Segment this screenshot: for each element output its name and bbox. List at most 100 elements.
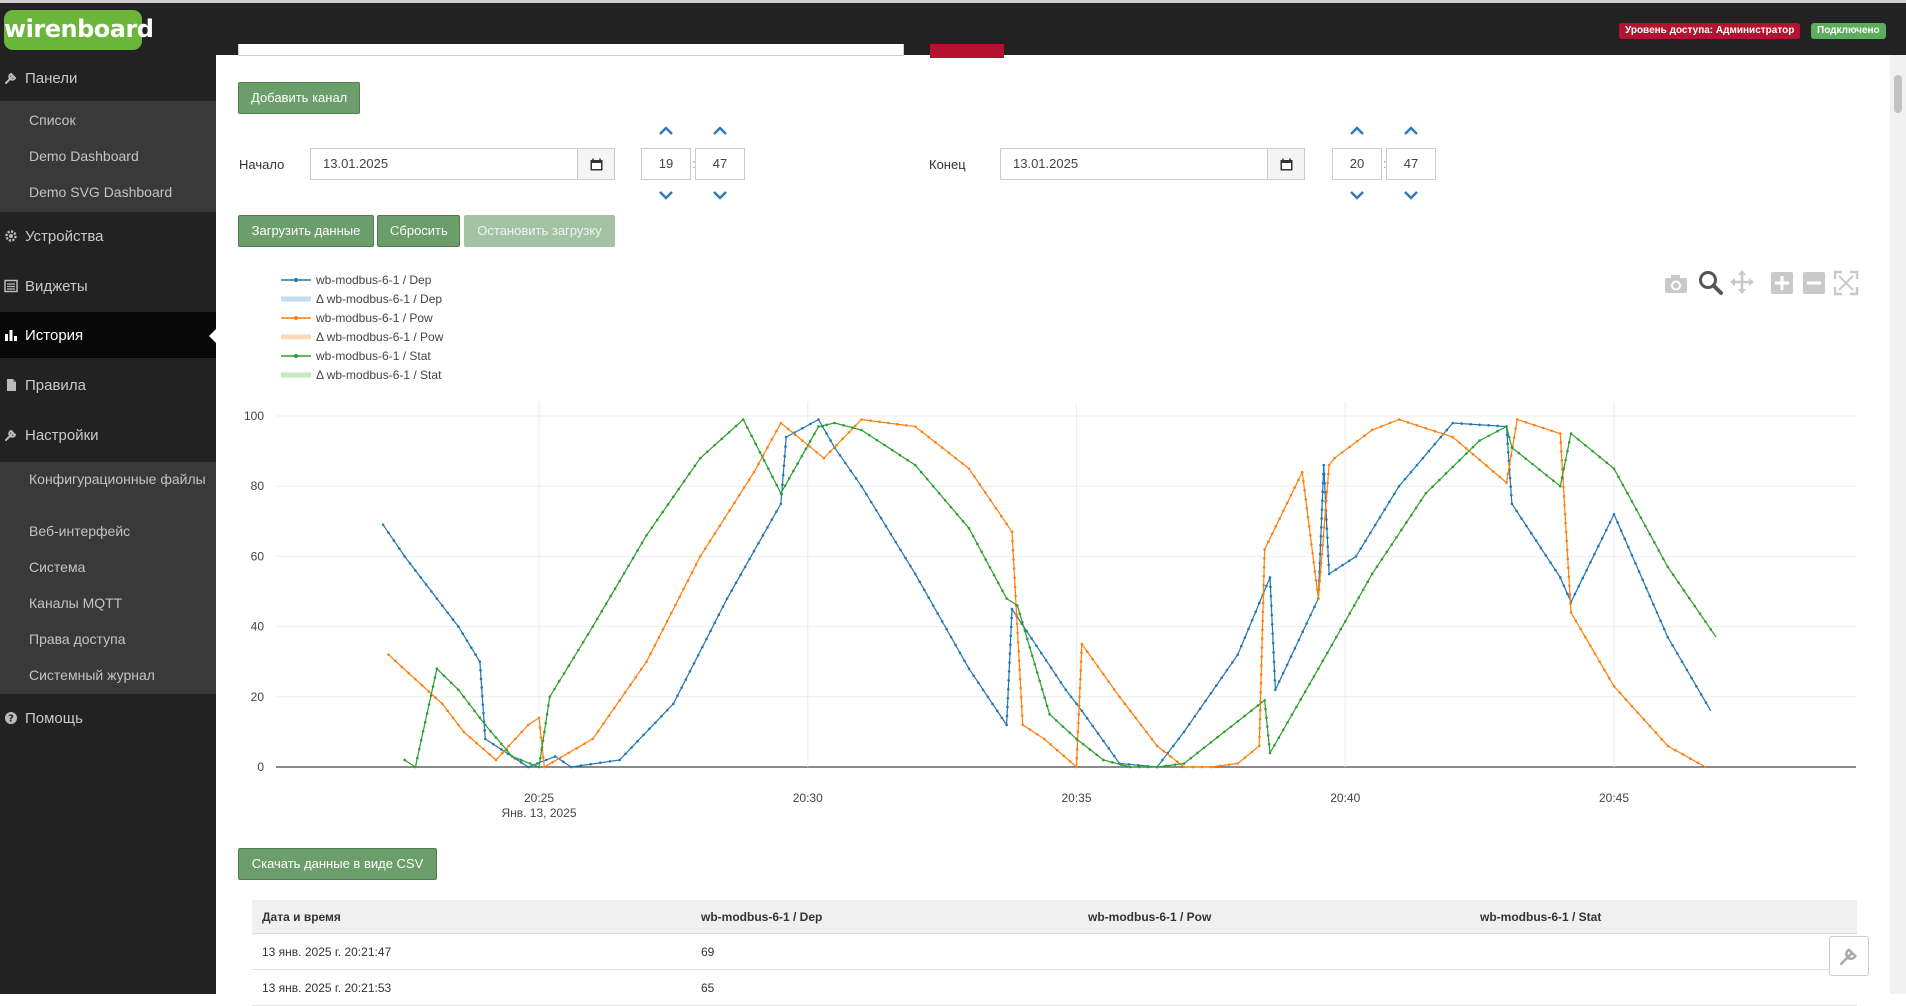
series-point <box>1569 611 1573 614</box>
sidebar-subitem-mqtt-channels[interactable]: Каналы MQTT <box>29 595 209 611</box>
sidebar-item-help[interactable]: ? Помощь <box>0 695 216 741</box>
series-point <box>875 438 879 442</box>
series-point <box>1305 506 1309 510</box>
series-point <box>1322 472 1326 476</box>
series-point <box>1661 557 1665 561</box>
legend-item[interactable]: wb-modbus-6-1 / Stat <box>315 349 431 363</box>
end-hour-up-icon[interactable] <box>1349 124 1365 136</box>
end-minute-down-icon[interactable] <box>1403 190 1419 202</box>
end-minute-up-icon[interactable] <box>1403 124 1419 136</box>
legend-item[interactable]: Δ wb-modbus-6-1 / Dep <box>316 292 442 306</box>
series-line[interactable] <box>382 418 1712 768</box>
end-minute-input[interactable]: 47 <box>1386 148 1436 180</box>
sidebar-subitem-config-files[interactable]: Конфигурационные файлы <box>29 471 209 487</box>
end-calendar-button[interactable] <box>1267 148 1305 180</box>
series-point <box>1006 687 1010 691</box>
load-data-button[interactable]: Загрузить данные <box>238 215 374 247</box>
series-point <box>665 619 669 623</box>
sidebar-subitem-web-ui[interactable]: Веб-интерфейс <box>29 523 209 539</box>
series-point <box>1550 429 1553 433</box>
series-point <box>1361 588 1365 592</box>
sidebar-item-panels[interactable]: Панели <box>0 55 216 101</box>
series-point <box>1035 732 1039 736</box>
sidebar-item-history[interactable]: История <box>0 312 216 358</box>
series-point <box>483 729 486 732</box>
series-point <box>800 454 804 458</box>
add-channel-button[interactable]: Добавить канал <box>238 82 360 114</box>
sidebar-item-widgets[interactable]: Виджеты <box>0 263 216 309</box>
page-scrollbar[interactable] <box>1890 55 1906 994</box>
series-point <box>1075 756 1079 760</box>
zoom-icon[interactable] <box>1699 271 1723 295</box>
zoom-in-icon[interactable] <box>1771 272 1793 294</box>
start-hour-down-icon[interactable] <box>658 190 674 202</box>
sidebar-item-settings[interactable]: Настройки <box>0 412 216 458</box>
end-date-input[interactable]: 13.01.2025 <box>1000 148 1268 180</box>
wirenboard-logo[interactable]: wirenboard <box>4 10 154 50</box>
column-header-dep[interactable]: wb-modbus-6-1 / Dep <box>701 900 822 934</box>
sidebar-subitem-demo-svg-dashboard[interactable]: Demo SVG Dashboard <box>29 184 209 200</box>
series-point <box>787 477 791 480</box>
series-point <box>1544 554 1548 557</box>
end-hour-down-icon[interactable] <box>1349 190 1365 202</box>
legend-item[interactable]: wb-modbus-6-1 / Dep <box>315 273 432 287</box>
start-minute-down-icon[interactable] <box>712 190 728 202</box>
legend-item[interactable]: Δ wb-modbus-6-1 / Stat <box>316 368 442 382</box>
settings-wrench-button[interactable] <box>1829 936 1869 976</box>
sidebar-subitem-system[interactable]: Система <box>29 559 209 575</box>
series-point <box>1273 669 1276 673</box>
series-point <box>1018 612 1022 616</box>
sidebar-subitem-system-log[interactable]: Системный журнал <box>29 667 209 683</box>
column-header-datetime[interactable]: Дата и время <box>262 900 341 934</box>
legend-item[interactable]: Δ wb-modbus-6-1 / Pow <box>316 330 444 344</box>
file-icon <box>3 377 19 393</box>
series-point <box>1259 682 1263 685</box>
zoom-out-icon[interactable] <box>1803 272 1825 294</box>
sidebar-item-rules[interactable]: Правила <box>0 362 216 408</box>
series-line[interactable] <box>388 418 1706 769</box>
series-line[interactable] <box>404 418 1717 768</box>
autoscale-icon[interactable] <box>1833 270 1859 296</box>
stop-loading-button[interactable]: Остановить загрузку <box>464 215 615 247</box>
sidebar-subitem-demo-dashboard[interactable]: Demo Dashboard <box>29 148 209 164</box>
remove-channel-button[interactable] <box>930 44 1004 58</box>
series-point <box>501 751 504 755</box>
start-calendar-button[interactable] <box>577 148 615 180</box>
series-point <box>1249 709 1253 713</box>
column-header-stat[interactable]: wb-modbus-6-1 / Stat <box>1480 900 1601 934</box>
series-point <box>943 498 947 502</box>
series-point <box>1271 632 1274 635</box>
series-point <box>1281 671 1285 675</box>
history-chart[interactable]: wb-modbus-6-1 / Dep Δ wb-modbus-6-1 / Dep… <box>216 260 1890 830</box>
start-date-input[interactable]: 13.01.2025 <box>310 148 578 180</box>
sidebar-subitem-list[interactable]: Список <box>29 112 209 128</box>
start-minute-input[interactable]: 47 <box>695 148 745 180</box>
series-point <box>1510 502 1514 506</box>
series-point <box>1395 535 1398 539</box>
camera-icon[interactable] <box>1665 275 1687 293</box>
series-point <box>690 571 694 574</box>
series-point <box>1091 657 1094 661</box>
column-header-pow[interactable]: wb-modbus-6-1 / Pow <box>1088 900 1211 934</box>
series-point <box>1639 516 1643 520</box>
download-csv-button[interactable]: Скачать данные в виде CSV <box>238 848 437 880</box>
end-hour-input[interactable]: 20 <box>1332 148 1382 180</box>
start-hour-up-icon[interactable] <box>658 124 674 136</box>
reset-button[interactable]: Сбросить <box>377 215 460 247</box>
series-point <box>1272 651 1275 654</box>
scrollbar-thumb[interactable] <box>1894 75 1902 113</box>
start-minute-up-icon[interactable] <box>712 124 728 136</box>
series-point <box>1198 707 1202 711</box>
pan-icon[interactable] <box>1730 270 1754 294</box>
series-point <box>543 765 546 769</box>
series-point <box>424 583 428 586</box>
legend-item[interactable]: wb-modbus-6-1 / Pow <box>315 311 433 325</box>
series-point <box>1618 691 1622 695</box>
channel-select-input[interactable] <box>238 44 904 56</box>
series-point <box>775 483 778 487</box>
start-hour-input[interactable]: 19 <box>641 148 691 180</box>
series-point <box>639 668 643 671</box>
series-point <box>825 423 828 427</box>
sidebar-item-devices[interactable]: Устройства <box>0 213 216 259</box>
sidebar-subitem-access-rights[interactable]: Права доступа <box>29 631 209 647</box>
